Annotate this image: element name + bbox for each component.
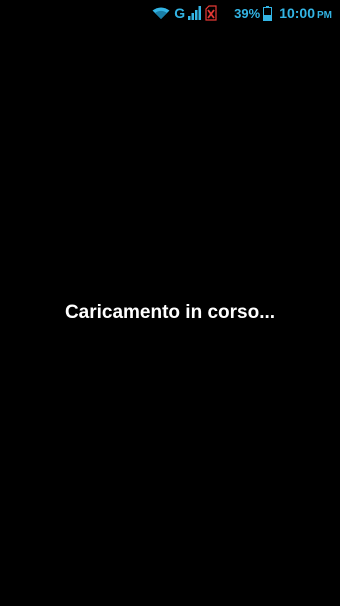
clock-ampm: PM: [317, 10, 332, 21]
loading-screen: G 39% 10:00 PM Caricamento in corso...: [0, 0, 340, 606]
loading-message: Caricamento in corso...: [64, 302, 276, 323]
battery-icon: [263, 5, 273, 21]
wifi-icon: [152, 6, 170, 20]
clock-time: 10:00: [279, 5, 315, 21]
clock: 10:00 PM: [279, 5, 332, 21]
no-sim-icon: [205, 5, 217, 21]
status-bar: G 39% 10:00 PM: [0, 0, 340, 26]
battery-percent: 39%: [234, 5, 261, 21]
network-type-label: G: [174, 5, 186, 21]
signal-icon: [188, 6, 202, 20]
